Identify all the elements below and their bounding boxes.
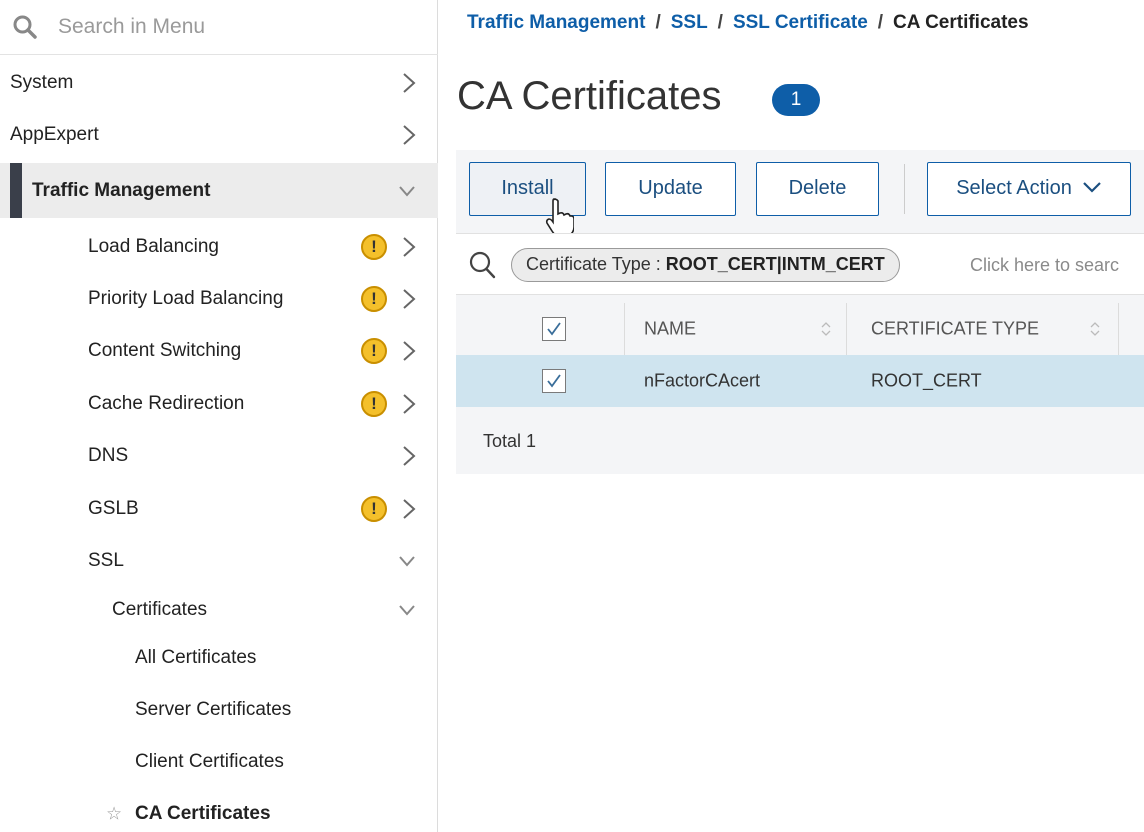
select-action-label: Select Action [956,177,1072,199]
page-title: CA Certificates [457,74,722,118]
sidebar-item-ssl[interactable]: SSL [0,535,438,587]
sidebar-item-traffic-management[interactable]: Traffic Management [0,163,438,218]
table-total: Total 1 [483,431,536,452]
update-button[interactable]: Update [605,162,736,216]
chevron-right-icon[interactable] [402,236,416,258]
menu-search[interactable]: Search in Menu [0,0,438,55]
column-header-certificate-type[interactable]: CERTIFICATE TYPE [871,319,1039,340]
sidebar-item-label: System [10,72,74,93]
table-panel: Install Update Delete Select Action Cert… [456,150,1144,474]
sidebar-item-cache-redirection[interactable]: Cache Redirection ! [0,378,438,430]
search-icon [12,14,38,45]
column-divider [624,303,625,355]
chevron-right-icon[interactable] [402,72,416,94]
breadcrumb: Traffic Management / SSL / SSL Certificate / C… [467,12,1029,34]
warning-icon: ! [361,286,387,312]
column-divider [846,303,847,355]
filter-chip-value: ROOT_CERT|INTM_CERT [665,254,885,274]
chevron-down-icon[interactable] [398,550,416,572]
toolbar-divider [904,164,905,214]
sidebar-item-label: Client Certificates [135,751,284,772]
warning-icon: ! [361,234,387,260]
sidebar: Search in Menu System AppExpert Traffic … [0,0,438,832]
sidebar-item-client-certificates[interactable]: Client Certificates [0,736,438,788]
cell-name: nFactorCAcert [644,370,761,391]
sidebar-item-all-certificates[interactable]: All Certificates [0,632,438,684]
table-row[interactable]: nFactorCAcert ROOT_CERT [456,355,1144,407]
table-header: NAME CERTIFICATE TYPE [456,303,1144,355]
warning-icon: ! [361,391,387,417]
sidebar-item-label: DNS [88,445,129,466]
sidebar-item-priority-load-balancing[interactable]: Priority Load Balancing ! [0,273,438,325]
breadcrumb-current: CA Certificates [893,12,1029,33]
sidebar-item-label: Load Balancing [88,236,219,257]
chevron-right-icon[interactable] [402,124,416,146]
chevron-right-icon[interactable] [402,393,416,415]
select-action-dropdown[interactable]: Select Action [927,162,1131,216]
sidebar-item-dns[interactable]: DNS [0,430,438,482]
filter-chip[interactable]: Certificate Type : ROOT_CERT|INTM_CERT [511,248,900,282]
warning-icon: ! [361,338,387,364]
sidebar-item-certificates[interactable]: Certificates [0,584,438,636]
chevron-down-icon[interactable] [398,599,416,621]
sidebar-item-gslb[interactable]: GSLB ! [0,483,438,535]
search-icon[interactable] [468,250,496,285]
sidebar-item-label: All Certificates [135,647,257,668]
sidebar-item-label: CA Certificates [135,803,271,824]
breadcrumb-separator: / [717,12,723,33]
sidebar-item-label: Server Certificates [135,699,292,720]
chevron-right-icon[interactable] [402,340,416,362]
select-all-checkbox[interactable] [542,317,566,341]
cell-certificate-type: ROOT_CERT [871,370,982,391]
sidebar-item-label: Content Switching [88,340,242,361]
active-indicator [10,163,22,218]
sidebar-item-label: Traffic Management [32,179,211,201]
sort-icon[interactable] [821,321,831,337]
breadcrumb-separator: / [655,12,661,33]
sidebar-item-appexpert[interactable]: AppExpert [0,109,438,161]
filter-hint[interactable]: Click here to searc [970,255,1119,276]
sidebar-item-label: Priority Load Balancing [88,288,284,309]
breadcrumb-separator: / [877,12,884,33]
star-icon[interactable]: ☆ [106,804,122,825]
warning-icon: ! [361,496,387,522]
sidebar-item-system[interactable]: System [0,57,438,109]
sidebar-item-label: Cache Redirection [88,393,245,414]
main-content: Traffic Management / SSL / SSL Certificate / C… [439,0,1144,832]
sidebar-item-label: GSLB [88,498,139,519]
sidebar-item-load-balancing[interactable]: Load Balancing ! [0,221,438,273]
search-placeholder[interactable]: Search in Menu [58,15,205,39]
sidebar-item-content-switching[interactable]: Content Switching ! [0,325,438,377]
sidebar-item-label: SSL [88,550,124,571]
sidebar-item-label: AppExpert [10,124,99,145]
count-badge: 1 [772,84,820,116]
breadcrumb-link[interactable]: SSL [671,12,708,33]
row-checkbox[interactable] [542,369,566,393]
filter-chip-key: Certificate Type : [526,254,666,274]
chevron-down-icon [1082,163,1102,214]
delete-button[interactable]: Delete [756,162,879,216]
chevron-right-icon[interactable] [402,288,416,310]
sidebar-item-label: Certificates [112,599,208,620]
total-label: Total [483,431,522,451]
column-divider [1118,303,1119,355]
sidebar-item-ca-certificates[interactable]: ☆ CA Certificates [0,788,438,832]
chevron-right-icon[interactable] [402,445,416,467]
total-value: 1 [526,431,537,451]
filter-bar[interactable]: Certificate Type : ROOT_CERT|INTM_CERT C… [456,233,1144,295]
breadcrumb-link[interactable]: Traffic Management [467,12,645,33]
column-header-name[interactable]: NAME [644,319,696,340]
sidebar-item-server-certificates[interactable]: Server Certificates [0,684,438,736]
chevron-right-icon[interactable] [402,498,416,520]
sort-icon[interactable] [1090,321,1100,337]
chevron-down-icon[interactable] [398,180,416,202]
breadcrumb-link[interactable]: SSL Certificate [733,12,868,33]
